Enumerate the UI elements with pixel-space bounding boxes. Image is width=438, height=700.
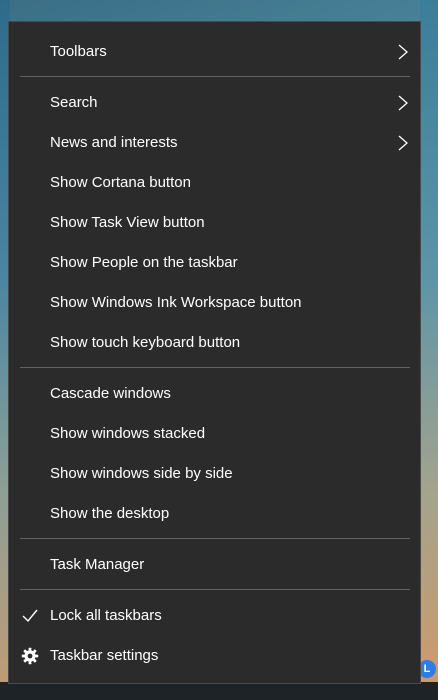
menu-item-show-windows-side-by-side[interactable]: Show windows side by side: [9, 454, 420, 494]
chevron-right-icon: [398, 95, 408, 111]
chevron-right-icon: [398, 135, 408, 151]
taskbar-context-menu: Toolbars Search News and interests Show …: [8, 21, 421, 684]
menu-item-task-manager[interactable]: Task Manager: [9, 545, 420, 585]
menu-item-label: Show Windows Ink Workspace button: [50, 294, 302, 311]
menu-item-label: News and interests: [50, 134, 178, 151]
menu-item-label: Show windows stacked: [50, 425, 206, 442]
menu-item-show-cortana[interactable]: Show Cortana button: [9, 163, 420, 203]
menu-item-show-people[interactable]: Show People on the taskbar: [9, 243, 420, 283]
menu-item-show-windows-stacked[interactable]: Show windows stacked: [9, 414, 420, 454]
menu-separator: [20, 538, 410, 539]
menu-separator: [20, 367, 410, 368]
menu-item-taskbar-settings[interactable]: Taskbar settings: [9, 636, 420, 676]
menu-item-label: Taskbar settings: [50, 647, 159, 664]
menu-item-show-ink-workspace[interactable]: Show Windows Ink Workspace button: [9, 283, 420, 323]
menu-item-label: Task Manager: [50, 556, 145, 573]
menu-item-label: Show People on the taskbar: [50, 254, 238, 271]
menu-item-label: Toolbars: [50, 43, 107, 60]
menu-item-label: Lock all taskbars: [50, 607, 162, 624]
menu-separator: [20, 589, 410, 590]
menu-item-label: Show touch keyboard button: [50, 334, 241, 351]
menu-item-label: Show Cortana button: [50, 174, 191, 191]
menu-item-news-and-interests[interactable]: News and interests: [9, 123, 420, 163]
gear-icon: [21, 647, 39, 665]
menu-item-label: Cascade windows: [50, 385, 171, 402]
menu-item-toolbars[interactable]: Toolbars: [9, 32, 420, 72]
taskbar[interactable]: [0, 682, 438, 700]
menu-item-show-task-view[interactable]: Show Task View button: [9, 203, 420, 243]
menu-item-label: Show the desktop: [50, 505, 170, 522]
menu-item-show-touch-keyboard[interactable]: Show touch keyboard button: [9, 323, 420, 363]
menu-item-search[interactable]: Search: [9, 83, 420, 123]
checkmark-icon: [22, 609, 38, 623]
chevron-right-icon: [398, 44, 408, 60]
menu-item-label: Search: [50, 94, 98, 111]
menu-item-show-desktop[interactable]: Show the desktop: [9, 494, 420, 534]
menu-item-label: Show windows side by side: [50, 465, 233, 482]
menu-item-label: Show Task View button: [50, 214, 205, 231]
menu-item-cascade-windows[interactable]: Cascade windows: [9, 374, 420, 414]
menu-separator: [20, 76, 410, 77]
menu-item-lock-all-taskbars[interactable]: Lock all taskbars: [9, 596, 420, 636]
desktop-background-right: [420, 0, 438, 700]
